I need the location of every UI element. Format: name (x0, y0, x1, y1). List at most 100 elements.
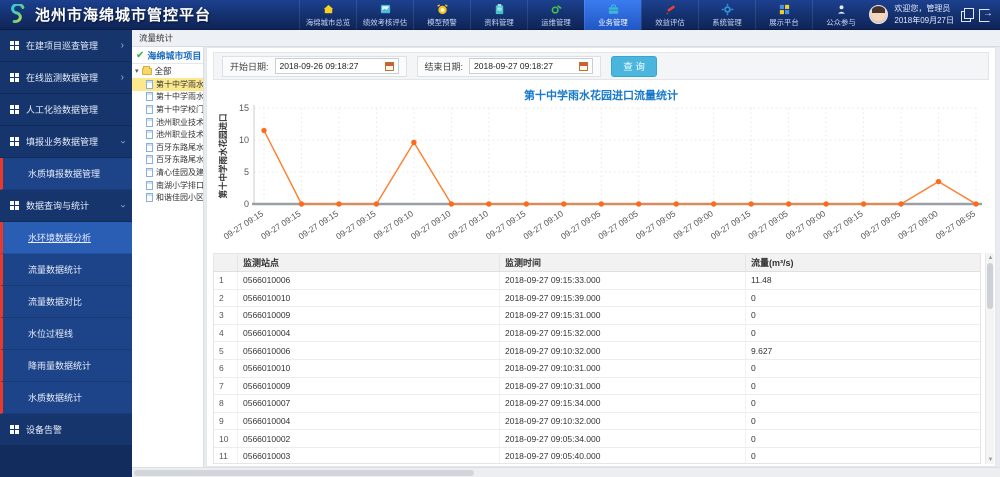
calendar-icon[interactable] (384, 61, 394, 71)
end-date-group: 结束日期: 2018-09-27 09:18:27 (416, 55, 602, 77)
chevron-down-icon: › (117, 203, 129, 208)
tree-item-station-2[interactable]: 第十中学雨水花 (132, 91, 203, 104)
row-index: 7 (214, 377, 238, 395)
flow-cell: 0 (751, 292, 756, 303)
station-cell: 0566010004 (238, 412, 500, 430)
nav-item-benefit-eval[interactable]: 效益评估 (641, 0, 698, 30)
sidebar-item-manual-test-data[interactable]: 人工化验数据管理 (0, 94, 132, 126)
time-cell: 2018-09-27 09:15:39.000 (500, 289, 746, 307)
file-icon (146, 180, 153, 190)
tree-item-station-9[interactable]: 南湖小学排口 (132, 179, 203, 192)
logout-icon[interactable] (979, 8, 993, 22)
sidebar-item-flow-stats[interactable]: 流量数据统计 (0, 254, 132, 286)
col-time: 监测时间 (500, 254, 746, 271)
time-cell: 2018-09-27 09:15:32.000 (500, 324, 746, 342)
time-cell: 2018-09-27 09:10:32.000 (500, 342, 746, 359)
flow-cell: 0 (751, 310, 756, 321)
document-icon[interactable] (960, 8, 974, 22)
home-icon (322, 3, 335, 17)
flow-cell: 0 (751, 328, 756, 339)
app-logo: 池州市海绵城市管控平台 (0, 0, 299, 29)
flow-cell: 0 (751, 380, 756, 391)
sidebar-item-report-business-data[interactable]: 填报业务数据管理 › (0, 126, 132, 158)
table-row: 6 0566010010 2018-09-27 09:10:31.000 0 (214, 359, 980, 378)
sidebar-item-water-quality-stats[interactable]: 水质数据统计 (0, 382, 132, 414)
col-flow: 流量(m³/s) (751, 258, 794, 268)
svg-text:09-27 09:15: 09-27 09:15 (259, 208, 303, 241)
public-icon (835, 3, 848, 17)
start-date-label: 开始日期: (230, 61, 269, 72)
scroll-down-icon[interactable]: ▼ (986, 455, 995, 464)
tree-item-station-1[interactable]: 第十中学雨水花 (132, 78, 203, 91)
table-row: 4 0566010004 2018-09-27 09:15:32.000 0 (214, 324, 980, 343)
folder-icon (141, 65, 152, 75)
sidebar-item-project-inspection[interactable]: 在建项目巡查管理 › (0, 30, 132, 62)
alarm-icon (436, 3, 449, 17)
tree-item-station-10[interactable]: 和谐佳园小区门 (132, 191, 203, 204)
sidebar-item-online-monitoring[interactable]: 在线监测数据管理 › (0, 62, 132, 94)
flow-cell: 11.48 (751, 275, 772, 286)
svg-text:09-27 08:55: 09-27 08:55 (934, 208, 978, 241)
tree-item-station-4[interactable]: 池州职业技术下 (132, 116, 203, 129)
horizontal-scrollbar[interactable] (132, 467, 1000, 477)
sidebar-item-water-env-analysis[interactable]: 水环境数据分析 (0, 222, 132, 254)
end-date-input[interactable]: 2018-09-27 09:18:27 (469, 58, 594, 74)
top-nav: 海绵城市总览 绩效考核评估 模型预警 资料管理 运维管理 业务管理 效益评估 系统管理 展示平台… (299, 0, 869, 30)
scrollbar-thumb[interactable] (134, 469, 474, 476)
tree-item-station-7[interactable]: 百牙东路尾水湿 (132, 154, 203, 167)
tree-item-station-5[interactable]: 池州职业技术下 (132, 128, 203, 141)
tab-flow-statistics[interactable]: 流量统计 (132, 30, 1000, 47)
scroll-up-icon[interactable]: ▲ (986, 253, 995, 262)
calendar-icon[interactable] (579, 61, 589, 71)
svg-text:09-27 09:00: 09-27 09:00 (671, 208, 715, 241)
svg-text:09-27 09:05: 09-27 09:05 (634, 208, 678, 241)
sidebar-item-water-quality-report[interactable]: 水质填报数据管理 (0, 158, 132, 190)
station-cell: 0566010004 (238, 324, 500, 342)
file-icon (146, 117, 153, 127)
sidebar-item-flow-compare[interactable]: 流量数据对比 (0, 286, 132, 318)
nav-item-operation-mgmt[interactable]: 运维管理 (527, 0, 584, 30)
nav-item-business-mgmt[interactable]: 业务管理 (584, 0, 642, 30)
nav-item-display-platform[interactable]: 展示平台 (755, 0, 812, 30)
station-cell: 0566010010 (238, 289, 500, 307)
sidebar-item-device-alarm[interactable]: 设备告警 (0, 414, 132, 446)
station-cell: 0566010002 (238, 430, 500, 447)
file-icon (146, 155, 153, 165)
table-body: 1 0566010006 2018-09-27 09:15:33.000 11.48 2… (214, 272, 980, 463)
nav-item-performance-eval[interactable]: 绩效考核评估 (356, 0, 413, 30)
nav-item-overview[interactable]: 海绵城市总览 (299, 0, 356, 30)
nav-item-public-participation[interactable]: 公众参与 (812, 0, 869, 30)
scrollbar-thumb[interactable] (987, 263, 993, 309)
svg-text:09-27 09:15: 09-27 09:15 (821, 208, 865, 241)
filter-toolbar: 开始日期: 2018-09-26 09:18:27 结束日期: 2018-09-… (213, 52, 989, 80)
start-date-input[interactable]: 2018-09-26 09:18:27 (274, 58, 399, 74)
row-index: 4 (214, 324, 238, 342)
tree-item-station-3[interactable]: 第十中学校门口 (132, 103, 203, 116)
file-icon (146, 104, 153, 114)
tree-item-station-6[interactable]: 百牙东路尾水湿 (132, 141, 203, 154)
sidebar-item-water-level-curve[interactable]: 水位过程线 (0, 318, 132, 350)
row-index: 3 (214, 307, 238, 324)
nav-item-document-mgmt[interactable]: 资料管理 (470, 0, 527, 30)
sidebar-item-rainfall-stats[interactable]: 降雨量数据统计 (0, 350, 132, 382)
flow-cell: 0 (751, 398, 756, 409)
chevron-down-icon: › (117, 139, 129, 144)
svg-text:09-27 09:00: 09-27 09:00 (784, 208, 828, 241)
tab-label: 流量统计 (139, 33, 174, 43)
nav-item-model-alert[interactable]: 模型预警 (413, 0, 470, 30)
nav-item-system-mgmt[interactable]: 系统管理 (698, 0, 755, 30)
sidebar-item-data-query-stats[interactable]: 数据查询与统计 › (0, 190, 132, 222)
main-panel: 开始日期: 2018-09-26 09:18:27 结束日期: 2018-09-… (206, 47, 996, 467)
table-row: 10 0566010002 2018-09-27 09:05:34.000 0 (214, 430, 980, 448)
file-icon (146, 130, 153, 140)
svg-text:09-27 09:15: 09-27 09:15 (222, 208, 266, 241)
station-cell: 0566010009 (238, 307, 500, 324)
table-vertical-scrollbar[interactable]: ▲ ▼ (985, 253, 994, 464)
header-user-area: 欢迎您，管理员 2018年09月27日 (869, 0, 1000, 29)
tree-root-all[interactable]: ▾ 全部 (132, 64, 203, 78)
row-index: 8 (214, 395, 238, 412)
file-icon (146, 167, 153, 177)
tree-item-station-8[interactable]: 清心佳园及建国 (132, 166, 203, 179)
search-button[interactable]: 查 询 (611, 55, 658, 77)
svg-text:09-27 09:15: 09-27 09:15 (484, 208, 528, 241)
